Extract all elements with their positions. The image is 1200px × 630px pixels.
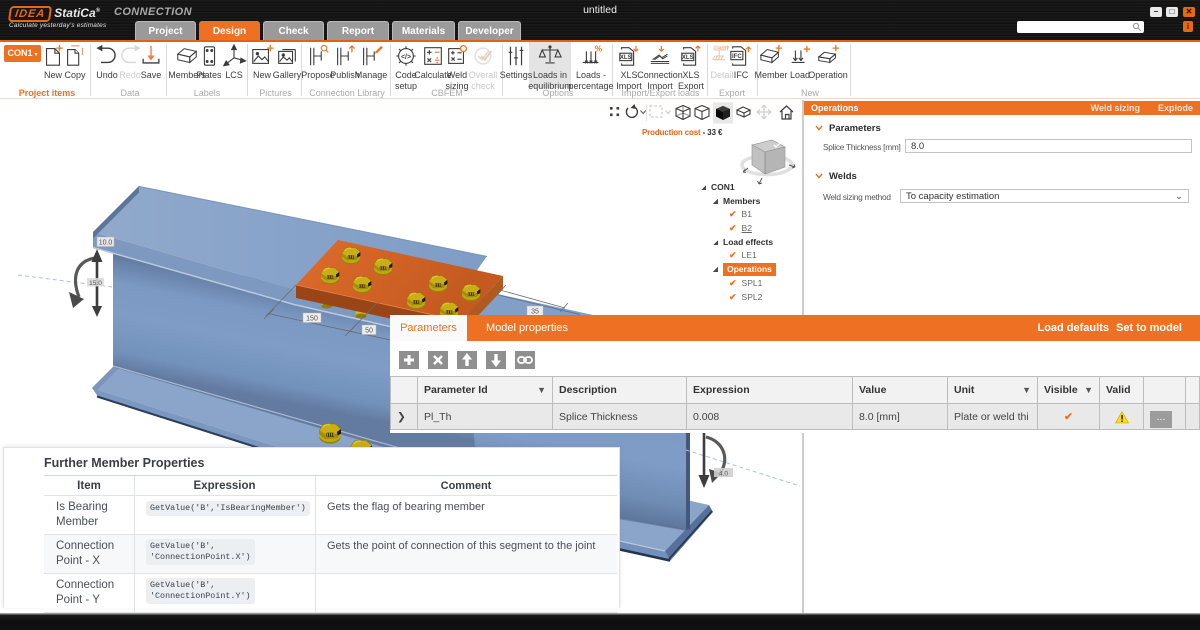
- svg-text:50: 50: [365, 328, 373, 335]
- svg-text:IFC: IFC: [732, 54, 742, 60]
- svg-text:%: %: [595, 44, 603, 53]
- svg-text:150: 150: [306, 316, 318, 323]
- svg-text:10.0: 10.0: [99, 240, 113, 247]
- svg-text:XLS: XLS: [682, 55, 694, 61]
- svg-text:XLS: XLS: [620, 55, 632, 61]
- svg-text:4.0: 4.0: [719, 471, 728, 478]
- svg-text:15.0: 15.0: [89, 280, 102, 287]
